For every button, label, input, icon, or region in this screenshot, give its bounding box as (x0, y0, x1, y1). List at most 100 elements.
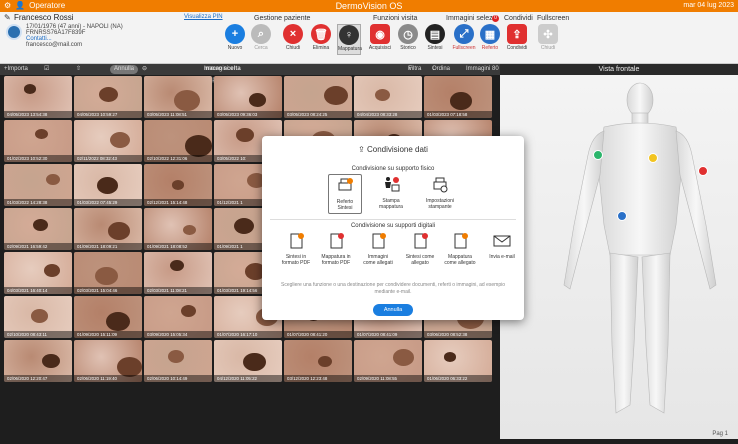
import-button[interactable]: +Importa (4, 64, 28, 75)
thumbnail-date: 02/03/2021 15:04:46 (74, 287, 142, 294)
search-button[interactable]: ⌕ Cerca (249, 24, 273, 51)
share-icon: ⇪ (507, 24, 527, 44)
lesion-spot (106, 312, 130, 332)
images-badge: 0 (492, 15, 499, 22)
image-thumbnail[interactable]: 03/05/2023 11:08:51 (144, 76, 212, 118)
cancel-selection-button[interactable]: Annulla (110, 65, 139, 74)
lesion-spot (444, 352, 456, 362)
image-thumbnail[interactable]: 04/03/2021 16:40:14 (4, 252, 72, 294)
share-option-2[interactable]: Mappatura in formato PDF (316, 232, 356, 266)
share-option-label: Mappatura come allegato (444, 254, 476, 266)
printer-settings-button[interactable]: Impostazioni stampante (418, 176, 462, 210)
image-thumbnail[interactable]: 01/03/2022 14:28:38 (4, 164, 72, 206)
image-thumbnail[interactable]: 01/09/2021 18:09:21 (74, 208, 142, 250)
edit-icon[interactable]: ✎ (4, 13, 11, 22)
close-patient-button[interactable]: × Chiudi (281, 24, 305, 51)
share-option-4[interactable]: Sintesi come allegato (400, 232, 440, 266)
print-mapping-button[interactable]: Stampa mappatura (372, 176, 410, 210)
image-thumbnail[interactable]: 01/09/2020 15:11:09 (74, 296, 142, 338)
search-icon: ⌕ (251, 24, 271, 44)
image-thumbnail[interactable]: 03/05/2023 08:24:25 (284, 76, 352, 118)
image-thumbnail[interactable]: 03/05/2023 09:36:03 (214, 76, 282, 118)
lesion-spot (243, 353, 266, 372)
body-map-panel[interactable]: Pag 1 (500, 75, 738, 439)
lesion-spot (170, 260, 184, 272)
image-thumbnail[interactable]: 02/09/2021 16:59:42 (4, 208, 72, 250)
title-bar: ⚙ 👤 Operatore DermoVision OS mar 04 lug … (0, 0, 738, 12)
pdf-icon (290, 233, 304, 249)
print-report-label: Referto Sintesi (336, 199, 354, 211)
close-fullscreen-button[interactable]: ✣ Chiudi (536, 24, 560, 51)
minus-icon[interactable]: ⊖ (142, 64, 147, 75)
report-button[interactable]: ▦ Referto (478, 24, 502, 51)
thumbnail-date: 03/05/2023 09:36:03 (214, 111, 282, 118)
image-thumbnail[interactable]: 01/09/2021 18:08:52 (144, 208, 212, 250)
datetime: mar 04 lug 2023 (683, 2, 734, 9)
plus-icon: + (225, 24, 245, 44)
mapping-button[interactable]: ♀ Mappatura (337, 24, 362, 55)
share-button[interactable]: ⇪ Condividi (505, 24, 529, 51)
image-thumbnail[interactable]: 02/09/2020 11:08:55 (354, 340, 422, 382)
image-thumbnail[interactable]: 04/12/2020 11:05:22 (214, 340, 282, 382)
image-thumbnail[interactable]: 01/02/2023 10:52:30 (4, 120, 72, 162)
share-option-3[interactable]: Immagini come allegati (358, 232, 398, 266)
print-report-button[interactable]: Referto Sintesi (328, 174, 362, 214)
share-option-label: Sintesi in formato PDF (281, 254, 311, 266)
patient-panel: ✎ Francesco Rossi 17/01/1976 (47 anni) -… (4, 13, 224, 64)
image-thumbnail[interactable]: 02/12/2021 15:14:48 (144, 164, 212, 206)
image-thumbnail[interactable]: 01/03/2022 07:45:29 (74, 164, 142, 206)
image-thumbnail[interactable]: 02/06/2020 10:14:49 (144, 340, 212, 382)
page-indicator: Pag 1 (712, 431, 728, 437)
image-thumbnail[interactable]: 02/03/2021 11:08:21 (144, 252, 212, 294)
image-thumbnail[interactable]: 02/10/2022 12:31:06 (144, 120, 212, 162)
fullscreen-images-button[interactable]: ⤢ Fullscreen (452, 24, 476, 51)
thumbnail-date: 01/09/2021 18:09:21 (74, 243, 142, 250)
lesion-spot (97, 177, 118, 194)
image-thumbnail[interactable]: 02/03/2021 15:04:46 (74, 252, 142, 294)
share-dialog: ⇪ Condivisione dati Condivisione su supp… (262, 136, 524, 320)
body-pdf-icon (330, 233, 344, 249)
image-thumbnail[interactable]: 04/04/2023 08:33:28 (354, 76, 422, 118)
share-option-5[interactable]: Mappatura come allegato (440, 232, 480, 266)
share-option-6[interactable]: Invia e-mail (482, 232, 522, 260)
lesion-spot (44, 264, 60, 277)
body-icon: ♀ (339, 25, 359, 45)
image-thumbnail[interactable]: 01/06/2020 06:33:22 (424, 340, 492, 382)
thumbnail-date: 02/06/2020 10:14:49 (144, 375, 212, 382)
summary-button[interactable]: ▤ Sintesi (423, 24, 447, 51)
cancel-button[interactable]: Annulla (373, 304, 413, 316)
image-thumbnail[interactable]: 01/03/2023 07:18:58 (424, 76, 492, 118)
image-thumbnail[interactable]: 02/06/2020 12:20:47 (4, 340, 72, 382)
share-option-1[interactable]: Sintesi in formato PDF (276, 232, 316, 266)
thumbnail-date: 03/05/2023 08:24:25 (284, 111, 352, 118)
view-pin-link[interactable]: Visualizza PIN (184, 14, 223, 20)
thumbnail-date: 04/03/2021 16:40:14 (4, 287, 72, 294)
lesion-spot (375, 89, 390, 101)
image-thumbnail[interactable]: 04/05/2023 10:59:27 (74, 76, 142, 118)
expand-icon: ⤢ (454, 24, 474, 44)
upload-icon[interactable]: ⇧ (76, 64, 81, 75)
image-thumbnail[interactable]: 03/12/2020 12:23:48 (284, 340, 352, 382)
image-thumbnail[interactable]: 02/10/2020 08:43:11 (4, 296, 72, 338)
lesion-spot (183, 225, 196, 236)
acquire-button[interactable]: ◉ Acquisisci (368, 24, 392, 51)
checkbox-icon[interactable]: ☑ (44, 64, 49, 75)
gallery-toolbar: +Importa ☑ ⇧ Annulla ⊖ Immagini e mappe … (0, 64, 500, 83)
image-thumbnail[interactable]: 02/06/2020 11:19:40 (74, 340, 142, 382)
document-icon: ▤ (425, 24, 445, 44)
group-fullscreen-label: Fullscreen (537, 15, 570, 22)
image-thumbnail[interactable]: 02/11/2022 08:32:43 (74, 120, 142, 162)
image-thumbnail[interactable]: 04/05/2023 13:54:38 (4, 76, 72, 118)
lesion-spot (174, 90, 200, 111)
lesion-spot (31, 309, 48, 323)
share-option-label: Immagini come allegati (363, 254, 393, 266)
printer-settings-icon (433, 177, 448, 193)
new-button[interactable]: + Nuovo (223, 24, 247, 51)
image-thumbnail[interactable]: 03/09/2020 15:05:34 (144, 296, 212, 338)
history-button[interactable]: ◷ Storico (396, 24, 420, 51)
share-icon: ⇪ (358, 145, 367, 154)
thumbnail-date: 04/12/2020 11:05:22 (214, 375, 282, 382)
app-title: DermoVision OS (335, 1, 403, 11)
delete-button[interactable]: 🗑 Elimina (309, 24, 333, 51)
lesion-spot (95, 267, 118, 286)
